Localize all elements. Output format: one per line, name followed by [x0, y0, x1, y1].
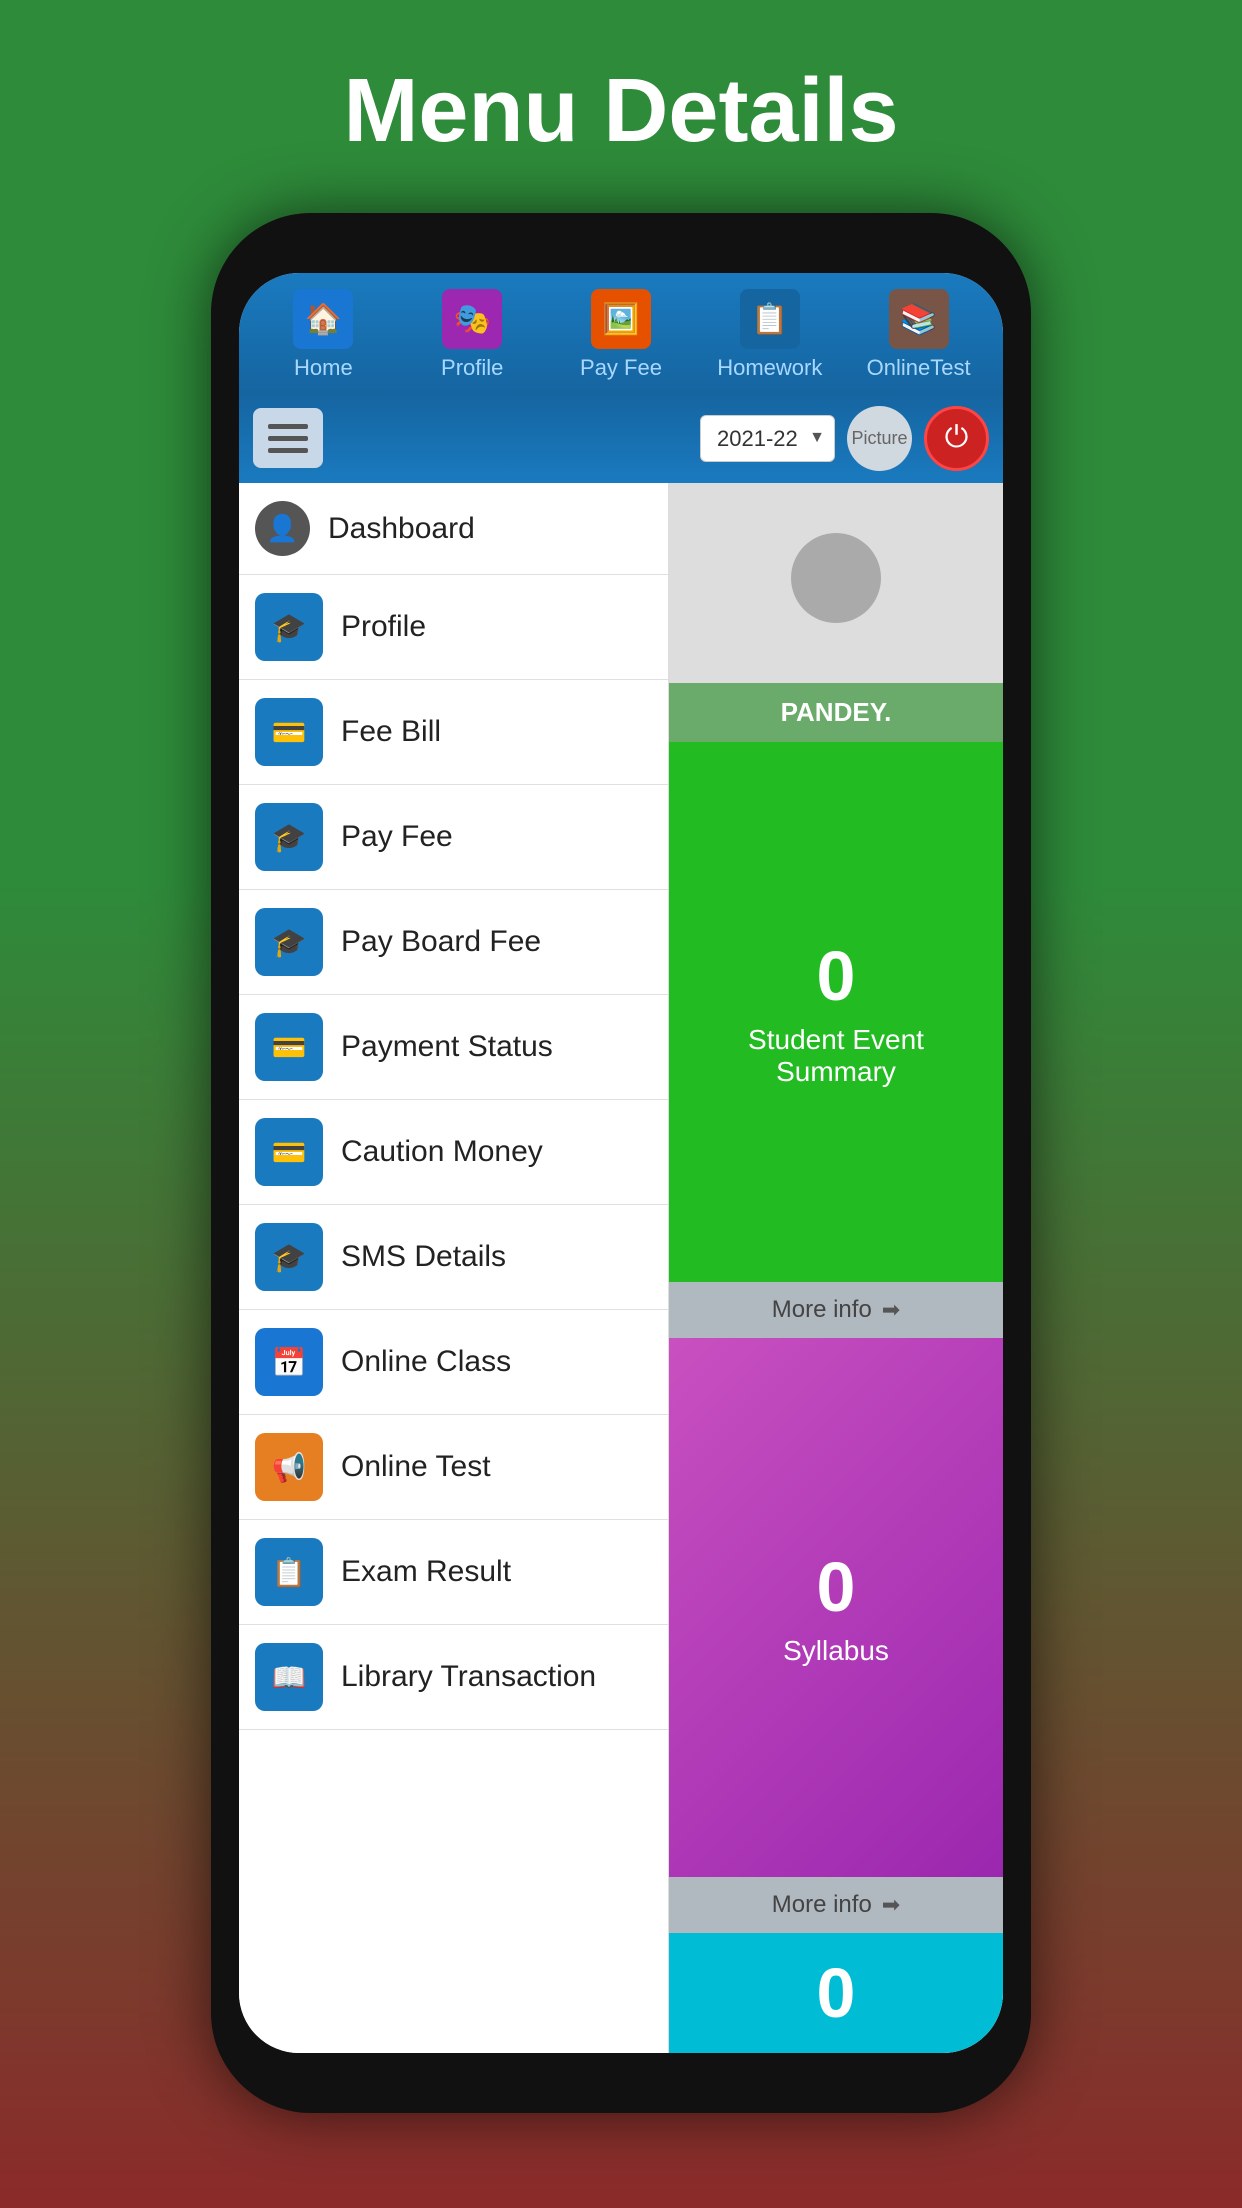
nav-label-payfee: Pay Fee: [580, 355, 662, 381]
sidebar-item-pay-fee[interactable]: 🎓 Pay Fee: [239, 785, 668, 890]
homework-nav-icon: 📋: [740, 289, 800, 349]
sidebar-item-fee-bill[interactable]: 💳 Fee Bill: [239, 680, 668, 785]
home-icon: 🏠: [293, 289, 353, 349]
sidebar-item-online-class[interactable]: 📅 Online Class: [239, 1310, 668, 1415]
library-label: Library Transaction: [341, 1660, 596, 1694]
more-info-text-2: More info: [772, 1891, 872, 1919]
syllabus-number: 0: [817, 1547, 856, 1627]
nav-label-profile: Profile: [441, 355, 503, 381]
nav-label-onlinetest: OnlineTest: [867, 355, 971, 381]
syllabus-label: Syllabus: [783, 1635, 889, 1667]
menu-button[interactable]: [253, 408, 323, 468]
avatar: [791, 533, 881, 623]
online-class-label: Online Class: [341, 1345, 511, 1379]
power-icon: ⏻: [945, 421, 969, 455]
nav-item-home[interactable]: 🏠 Home: [249, 289, 398, 381]
teal-card: 0: [669, 1933, 1003, 2053]
dashboard-icon: 👤: [255, 501, 310, 556]
sidebar-item-payment-status[interactable]: 💳 Payment Status: [239, 995, 668, 1100]
pay-board-fee-label: Pay Board Fee: [341, 925, 541, 959]
pay-board-fee-icon: 🎓: [255, 908, 323, 976]
sidebar-item-online-test[interactable]: 📢 Online Test: [239, 1415, 668, 1520]
payment-status-icon: 💳: [255, 1013, 323, 1081]
fee-bill-icon: 💳: [255, 698, 323, 766]
page-title: Menu Details: [0, 0, 1242, 213]
pay-fee-icon: 🎓: [255, 803, 323, 871]
picture-button[interactable]: Picture: [847, 406, 912, 471]
year-select-wrapper: 2021-22: [700, 415, 835, 462]
header-bar: 2021-22 Picture ⏻: [239, 393, 1003, 483]
sidebar-item-library[interactable]: 📖 Library Transaction: [239, 1625, 668, 1730]
more-info-text-1: More info: [772, 1296, 872, 1324]
nav-item-profile[interactable]: 🎭 Profile: [398, 289, 547, 381]
profile-icon: 🎓: [255, 593, 323, 661]
main-area: 👤 Dashboard 🎓 Profile 💳 Fee Bill 🎓: [239, 483, 1003, 2053]
teal-number: 0: [817, 1953, 856, 2033]
menu-line-1: [268, 424, 308, 429]
profile-nav-icon: 🎭: [442, 289, 502, 349]
year-dropdown[interactable]: 2021-22: [700, 415, 835, 462]
sidebar-item-caution-money[interactable]: 💳 Caution Money: [239, 1100, 668, 1205]
profile-label: Profile: [341, 610, 426, 644]
phone-screen: 🏠 Home 🎭 Profile 🖼️ Pay Fee 📋 Homework 📚…: [239, 273, 1003, 2053]
sidebar-item-sms-details[interactable]: 🎓 SMS Details: [239, 1205, 668, 1310]
name-banner: PANDEY.: [669, 683, 1003, 742]
syllabus-card: 0 Syllabus: [669, 1338, 1003, 1878]
sidebar-item-dashboard[interactable]: 👤 Dashboard: [239, 483, 668, 575]
nav-item-homework[interactable]: 📋 Homework: [695, 289, 844, 381]
caution-money-label: Caution Money: [341, 1135, 543, 1169]
sidebar-item-pay-board-fee[interactable]: 🎓 Pay Board Fee: [239, 890, 668, 995]
nav-label-homework: Homework: [717, 355, 822, 381]
student-event-label: Student Event Summary: [689, 1024, 983, 1088]
online-class-icon: 📅: [255, 1328, 323, 1396]
student-event-card: 0 Student Event Summary: [669, 742, 1003, 1282]
onlinetest-nav-icon: 📚: [889, 289, 949, 349]
picture-label: Picture: [851, 428, 907, 449]
right-panel: PANDEY. 0 Student Event Summary More inf…: [669, 483, 1003, 2053]
syllabus-more-info[interactable]: More info ➡: [669, 1877, 1003, 1933]
online-test-label: Online Test: [341, 1450, 491, 1484]
sidebar: 👤 Dashboard 🎓 Profile 💳 Fee Bill 🎓: [239, 483, 669, 2053]
sidebar-item-exam-result[interactable]: 📋 Exam Result: [239, 1520, 668, 1625]
profile-area: [669, 483, 1003, 683]
pay-fee-label: Pay Fee: [341, 820, 453, 854]
menu-line-2: [268, 436, 308, 441]
caution-money-icon: 💳: [255, 1118, 323, 1186]
online-test-icon: 📢: [255, 1433, 323, 1501]
sms-details-label: SMS Details: [341, 1240, 506, 1274]
more-info-arrow-2: ➡: [882, 1892, 900, 1918]
nav-label-home: Home: [294, 355, 353, 381]
nav-item-payfee[interactable]: 🖼️ Pay Fee: [547, 289, 696, 381]
student-event-number: 0: [817, 936, 856, 1016]
dashboard-label: Dashboard: [328, 512, 475, 546]
top-nav: 🏠 Home 🎭 Profile 🖼️ Pay Fee 📋 Homework 📚…: [239, 273, 1003, 393]
exam-result-label: Exam Result: [341, 1555, 511, 1589]
nav-item-onlinetest[interactable]: 📚 OnlineTest: [844, 289, 993, 381]
menu-line-3: [268, 448, 308, 453]
power-button[interactable]: ⏻: [924, 406, 989, 471]
exam-result-icon: 📋: [255, 1538, 323, 1606]
sidebar-item-profile[interactable]: 🎓 Profile: [239, 575, 668, 680]
payfee-nav-icon: 🖼️: [591, 289, 651, 349]
phone-wrapper: 🏠 Home 🎭 Profile 🖼️ Pay Fee 📋 Homework 📚…: [211, 213, 1031, 2113]
fee-bill-label: Fee Bill: [341, 715, 441, 749]
library-icon: 📖: [255, 1643, 323, 1711]
sms-details-icon: 🎓: [255, 1223, 323, 1291]
payment-status-label: Payment Status: [341, 1030, 553, 1064]
student-event-more-info[interactable]: More info ➡: [669, 1282, 1003, 1338]
more-info-arrow-1: ➡: [882, 1297, 900, 1323]
